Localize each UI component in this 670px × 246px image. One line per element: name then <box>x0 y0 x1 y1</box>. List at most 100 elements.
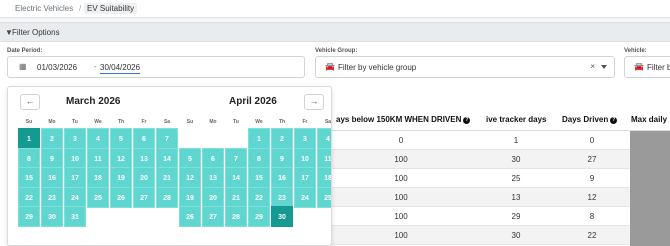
calendar-day[interactable]: 30 <box>271 206 293 227</box>
calendar-day[interactable]: 25 <box>87 186 109 208</box>
calendar-day[interactable]: 4 <box>87 128 109 149</box>
vehicle-group-placeholder: Filter by vehicle group <box>338 63 417 72</box>
calendar-day[interactable]: 6 <box>202 147 224 169</box>
calendar-day[interactable]: 19 <box>179 186 201 208</box>
calendar-day[interactable]: 8 <box>248 147 270 169</box>
vehicle-group-select[interactable]: 🚘 Filter by vehicle group × <box>315 56 615 78</box>
calendar-day[interactable]: 27 <box>133 186 155 208</box>
calendar-day[interactable]: 26 <box>110 186 132 208</box>
calendar-day[interactable]: 19 <box>110 167 132 188</box>
table-row: 0 1 0 <box>328 131 670 150</box>
weekday-label: Mo <box>48 119 56 125</box>
calendar-day[interactable]: 7 <box>225 147 247 169</box>
calendar-day[interactable]: 12 <box>179 167 201 188</box>
calendar-day[interactable]: 5 <box>110 128 132 149</box>
calendar-day[interactable]: 10 <box>294 147 316 169</box>
calendar-day[interactable]: 1 <box>248 128 270 149</box>
calendar-day[interactable]: 15 <box>248 167 270 188</box>
calendar-day[interactable]: 10 <box>64 147 86 169</box>
breadcrumb-separator: / <box>79 4 82 13</box>
calendar-day[interactable]: 11 <box>87 147 109 169</box>
table-cell: 100 <box>394 174 408 183</box>
car-icon: 🚘 <box>634 62 644 71</box>
header-days-below[interactable]: ays below 150KM WHEN DRIVEN? <box>336 115 471 124</box>
calendar-day[interactable]: 30 <box>41 206 63 227</box>
table-cell: 0 <box>589 136 595 145</box>
next-month-button[interactable]: → <box>304 94 324 110</box>
calendar-day[interactable]: 3 <box>64 128 86 149</box>
calendar-day[interactable]: 17 <box>64 167 86 188</box>
calendar-day[interactable]: 26 <box>179 206 201 227</box>
calendar-day[interactable]: 3 <box>294 128 316 149</box>
calendar-day[interactable]: 9 <box>271 147 293 169</box>
date-period-field[interactable]: ▦ 01/03/2026 - 30/04/2026 <box>7 56 305 78</box>
calendar-day[interactable]: 29 <box>248 206 270 227</box>
table-cell: 9 <box>589 174 595 183</box>
calendar-day[interactable]: 8 <box>18 147 40 169</box>
table-cell: 30 <box>511 231 521 240</box>
calendar-day[interactable]: 28 <box>156 186 178 208</box>
help-icon[interactable]: ? <box>610 117 618 124</box>
calendar-day[interactable]: 12 <box>110 147 132 169</box>
calendar-day[interactable]: 1 <box>18 128 40 149</box>
filter-options-header[interactable]: ▼ Filter Options <box>0 22 670 42</box>
calendar-day[interactable]: 25 <box>317 186 331 208</box>
calendar-day[interactable]: 2 <box>41 128 63 149</box>
table-row: 100 25 9 <box>328 169 670 188</box>
calendar-day[interactable]: 5 <box>179 147 201 169</box>
calendar-day[interactable]: 31 <box>64 206 86 227</box>
header-days-driven[interactable]: Days Driven? <box>562 115 618 124</box>
table-cell: 25 <box>511 174 521 183</box>
calendar-day[interactable]: 18 <box>317 167 331 188</box>
filter-options-title: Filter Options <box>12 28 60 37</box>
header-tracker-days[interactable]: ive tracker days <box>486 115 547 124</box>
month-title-march: March 2026 <box>66 96 121 107</box>
calendar-day[interactable]: 14 <box>156 147 178 169</box>
date-to-input[interactable]: 30/04/2026 <box>100 63 141 74</box>
calendar-day[interactable]: 4 <box>317 128 331 149</box>
calendar-day[interactable]: 18 <box>87 167 109 188</box>
max-daily-column <box>630 131 670 246</box>
calendar-day[interactable]: 11 <box>317 147 331 169</box>
calendar-day[interactable]: 27 <box>202 206 224 227</box>
calendar-day[interactable]: 17 <box>294 167 316 188</box>
chevron-down-icon[interactable] <box>601 65 607 69</box>
table-cell: 27 <box>587 155 597 164</box>
calendar-day[interactable]: 24 <box>64 186 86 208</box>
calendar-day[interactable]: 13 <box>133 147 155 169</box>
help-icon[interactable]: ? <box>463 117 471 124</box>
vehicle-select[interactable]: 🚘 Filter by <box>624 56 670 78</box>
date-range-picker: ← → March 2026 April 2026 Su Mo Tu We Th Fr Sa… <box>7 86 332 246</box>
calendar-day[interactable]: 21 <box>156 167 178 188</box>
calendar-day[interactable]: 9 <box>41 147 63 169</box>
calendar-day[interactable]: 20 <box>133 167 155 188</box>
calendar-day[interactable]: 20 <box>202 186 224 208</box>
calendar-day[interactable]: 29 <box>18 206 40 227</box>
breadcrumb-electric-vehicles[interactable]: Electric Vehicles <box>15 4 73 13</box>
breadcrumb: Electric Vehicles / EV Suitability <box>0 0 670 18</box>
weekday-label: We <box>94 119 102 125</box>
calendar-day[interactable]: 14 <box>225 167 247 188</box>
calendar-day[interactable]: 28 <box>225 206 247 227</box>
table-cell: 8 <box>589 212 595 221</box>
calendar-day[interactable]: 22 <box>18 186 40 208</box>
calendar-day[interactable]: 23 <box>41 186 63 208</box>
table-cell: 22 <box>587 231 597 240</box>
clear-icon[interactable]: × <box>590 62 595 71</box>
calendar-day[interactable]: 6 <box>133 128 155 149</box>
header-max-daily[interactable]: Max daily <box>631 115 667 124</box>
prev-month-button[interactable]: ← <box>20 94 40 110</box>
calendar-day[interactable]: 24 <box>294 186 316 208</box>
table-cell: 100 <box>394 231 408 240</box>
calendar-day[interactable]: 16 <box>271 167 293 188</box>
calendar-icon: ▦ <box>19 62 27 71</box>
calendar-day[interactable]: 15 <box>18 167 40 188</box>
calendar-day[interactable]: 16 <box>41 167 63 188</box>
calendar-day[interactable]: 21 <box>225 186 247 208</box>
calendar-day[interactable]: 7 <box>156 128 178 149</box>
date-from-input[interactable]: 01/03/2026 <box>37 63 77 72</box>
calendar-day[interactable]: 22 <box>248 186 270 208</box>
calendar-day[interactable]: 23 <box>271 186 293 208</box>
calendar-day[interactable]: 13 <box>202 167 224 188</box>
calendar-day[interactable]: 2 <box>271 128 293 149</box>
